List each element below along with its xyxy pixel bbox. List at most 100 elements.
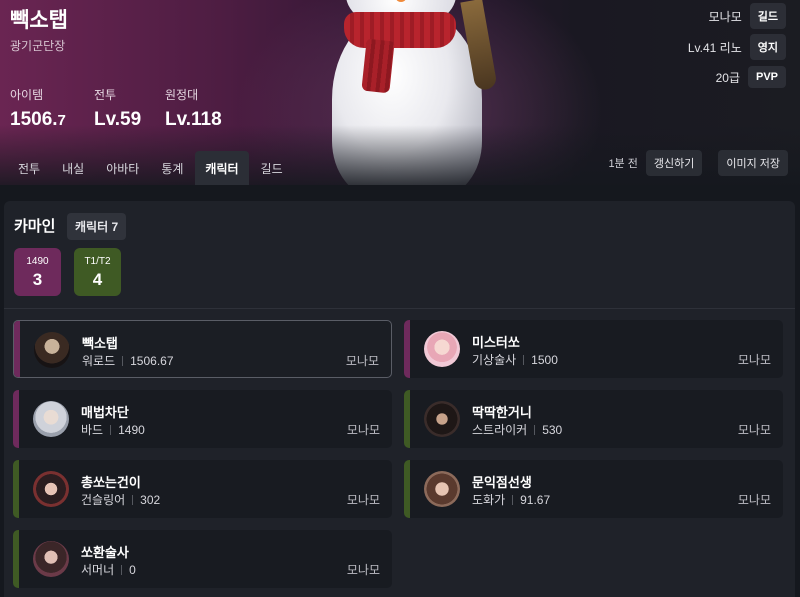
guild-name: 모나모 bbox=[708, 9, 742, 24]
separator bbox=[512, 495, 514, 505]
character-card-name: 매법차단 bbox=[81, 405, 129, 420]
character-item-level: 1490 bbox=[118, 423, 145, 437]
character-item-level: 0 bbox=[129, 563, 136, 577]
character-item-level: 1500 bbox=[531, 353, 558, 367]
meta-pvp: 20급 PVP bbox=[716, 66, 786, 88]
character-card[interactable]: 미스터쏘기상술사 1500 모나모 bbox=[404, 320, 783, 378]
character-name: 빽소탭 bbox=[10, 9, 68, 32]
separator bbox=[523, 355, 525, 365]
tier-color-bar bbox=[13, 530, 19, 588]
character-server: 모나모 bbox=[737, 423, 771, 437]
tier-label: 1490 bbox=[26, 256, 49, 267]
character-avatar bbox=[424, 331, 460, 367]
tier-filter-1490[interactable]: 1490 3 bbox=[14, 248, 61, 296]
character-server: 모나모 bbox=[346, 423, 380, 437]
guild-badge: 길드 bbox=[749, 3, 786, 29]
roster-panel: 카마인 캐릭터 7 1490 3 T1/T2 4 빽소탭워로드 1506.67 모나… bbox=[4, 201, 795, 597]
character-class: 바드 bbox=[81, 423, 104, 437]
stat-value: 1506.7 bbox=[10, 109, 66, 130]
character-card-name: 문익점선생 bbox=[472, 475, 532, 490]
separator bbox=[121, 565, 123, 575]
tier-color-bar bbox=[13, 460, 19, 518]
tier-filter-t1t2[interactable]: T1/T2 4 bbox=[74, 248, 121, 296]
last-updated: 1분 전 bbox=[608, 158, 638, 170]
profile-header: 빽소탭 광기군단장 아이템 1506.7 전투 Lv.59 원정대 Lv.118… bbox=[0, 0, 800, 185]
server-name: 카마인 bbox=[14, 218, 56, 235]
character-card-info: 바드 1490 bbox=[81, 421, 145, 438]
character-item-level: 302 bbox=[140, 493, 161, 507]
character-avatar bbox=[424, 471, 460, 507]
separator bbox=[122, 356, 124, 366]
character-title: 광기군단장 bbox=[10, 39, 66, 53]
character-card[interactable]: 총쏘는건이건슬링어 302 모나모 bbox=[13, 460, 392, 518]
character-card-info: 서머너 0 bbox=[81, 561, 136, 578]
character-card[interactable]: 쏘환술사서머너 0 모나모 bbox=[13, 530, 392, 588]
stat-combat-level: 전투 Lv.59 bbox=[94, 86, 141, 131]
pvp-badge: PVP bbox=[747, 66, 786, 88]
character-card-name: 총쏘는건이 bbox=[81, 475, 141, 490]
character-class: 워로드 bbox=[82, 354, 116, 368]
character-card-info: 기상술사 1500 bbox=[472, 351, 558, 368]
character-card[interactable]: 딱딱한거니 스트라이커 530 모나모 bbox=[404, 390, 783, 448]
character-avatar bbox=[33, 401, 69, 437]
meta-guild: 모나모 길드 bbox=[709, 3, 786, 29]
separator bbox=[534, 425, 536, 435]
character-count-badge: 캐릭터 7 bbox=[67, 213, 127, 240]
character-server: 모나모 bbox=[737, 353, 771, 367]
character-card-info: 워로드 1506.67 bbox=[82, 352, 174, 369]
header-actions: 1분 전 갱신하기 이미지 저장 bbox=[608, 150, 788, 176]
character-avatar bbox=[33, 471, 69, 507]
character-card-info: 도화가 91.67 bbox=[472, 491, 550, 508]
stat-value: Lv.118 bbox=[165, 109, 222, 130]
character-server: 모나모 bbox=[345, 354, 379, 368]
character-card-info: 스트라이커 530 bbox=[472, 421, 562, 438]
character-item-level: 91.67 bbox=[520, 493, 551, 507]
pvp-rank: 20급 bbox=[715, 70, 740, 85]
character-card[interactable]: 문익점선생도화가 91.67 모나모 bbox=[404, 460, 783, 518]
tier-color-bar bbox=[13, 390, 19, 448]
character-card[interactable]: 매법차단바드 1490 모나모 bbox=[13, 390, 392, 448]
tab-guild[interactable]: 길드 bbox=[251, 151, 293, 185]
tier-count: 4 bbox=[92, 270, 103, 289]
stat-label: 원정대 bbox=[165, 88, 199, 102]
character-card[interactable]: 빽소탭워로드 1506.67 모나모 bbox=[13, 320, 392, 378]
tier-color-bar bbox=[404, 320, 410, 378]
divider bbox=[4, 308, 795, 309]
tab-combat[interactable]: 전투 bbox=[8, 151, 50, 185]
character-class: 기상술사 bbox=[472, 353, 517, 367]
stat-roster-level: 원정대 Lv.118 bbox=[165, 86, 222, 131]
character-card-info: 건슬링어 302 bbox=[81, 491, 160, 508]
estate-level: Lv.41 리노 bbox=[687, 40, 742, 55]
tier-color-bar bbox=[14, 321, 20, 377]
character-avatar bbox=[34, 332, 70, 368]
profile-tabs: 전투 내실 아바타 통계 캐릭터 길드 bbox=[8, 151, 295, 185]
character-server: 모나모 bbox=[346, 563, 380, 577]
character-class: 도화가 bbox=[472, 493, 506, 507]
estate-badge: 영지 bbox=[749, 34, 786, 60]
separator bbox=[110, 425, 112, 435]
tier-color-bar bbox=[404, 390, 410, 448]
separator bbox=[132, 495, 134, 505]
character-card-name: 빽소탭 bbox=[82, 336, 118, 351]
character-class: 건슬링어 bbox=[81, 493, 126, 507]
tab-avatar[interactable]: 아바타 bbox=[96, 151, 149, 185]
character-card-name: 쏘환술사 bbox=[81, 545, 129, 560]
character-server: 모나모 bbox=[737, 493, 771, 507]
character-item-level: 530 bbox=[542, 423, 563, 437]
character-server: 모나모 bbox=[346, 493, 380, 507]
tier-label: T1/T2 bbox=[84, 256, 111, 267]
stat-label: 전투 bbox=[94, 88, 117, 102]
save-image-button[interactable]: 이미지 저장 bbox=[718, 150, 788, 176]
tier-color-bar bbox=[404, 460, 410, 518]
stat-value: Lv.59 bbox=[94, 109, 142, 130]
tab-characters[interactable]: 캐릭터 bbox=[195, 151, 249, 185]
character-avatar bbox=[33, 541, 69, 577]
character-card-name: 미스터쏘 bbox=[472, 335, 520, 350]
refresh-button[interactable]: 갱신하기 bbox=[645, 150, 703, 176]
tab-stats[interactable]: 통계 bbox=[151, 151, 193, 185]
snowman-character-art bbox=[300, 0, 520, 185]
tab-internal[interactable]: 내실 bbox=[52, 151, 94, 185]
stat-item-level: 아이템 1506.7 bbox=[10, 86, 66, 131]
character-item-level: 1506.67 bbox=[130, 354, 174, 368]
character-class: 서머너 bbox=[81, 563, 115, 577]
